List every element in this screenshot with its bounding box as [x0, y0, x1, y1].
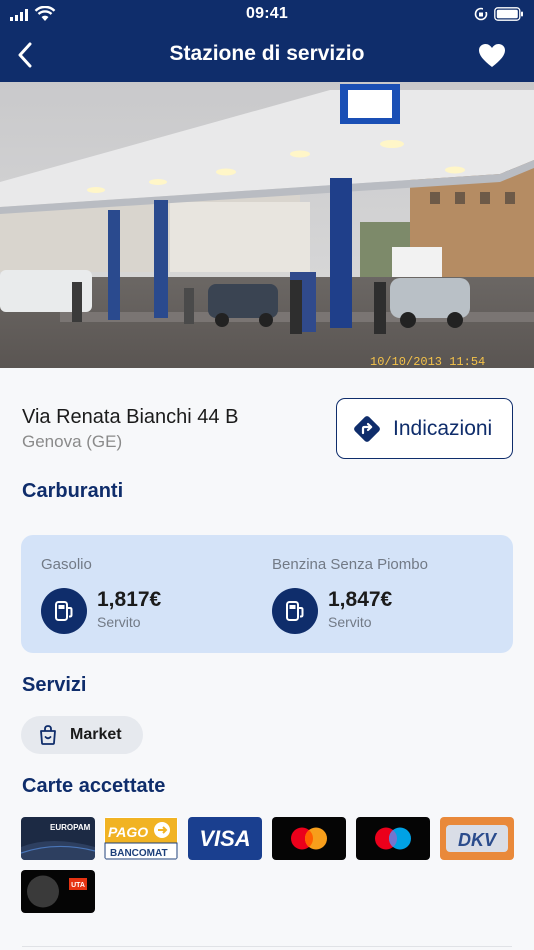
photo-timestamp: 10/10/2013 11:54 [370, 355, 485, 368]
favorite-button[interactable] [476, 40, 508, 70]
card-bancomat-text: BANCOMAT [110, 848, 168, 859]
fuel-item: Gasolio 1,817€ Servito [41, 535, 271, 653]
card-europam-text: EUROPAM [50, 823, 91, 832]
fuel-item: Benzina Senza Piombo 1,847€ Servito [272, 535, 502, 653]
fuel-prices-card: Gasolio 1,817€ Servito Benzina Senza Pio… [21, 535, 513, 653]
fuel-name: Benzina Senza Piombo [272, 556, 428, 573]
fuel-service-mode: Servito [328, 614, 372, 630]
card-uta: UTA [21, 870, 95, 913]
status-bar: 09:41 [0, 0, 534, 28]
fuel-price: 1,817€ [97, 588, 162, 611]
card-pagobancomat: PAGO BANCOMAT [104, 817, 178, 860]
directions-icon [354, 415, 380, 442]
fuel-pump-icon [272, 588, 318, 634]
fuel-pump-icon [41, 588, 87, 634]
heart-icon [479, 43, 505, 67]
directions-label: Indicazioni [393, 416, 493, 440]
fuel-price: 1,847€ [328, 588, 393, 611]
card-dkv: DKV [440, 817, 514, 860]
status-time: 09:41 [246, 5, 288, 22]
battery-icon [494, 7, 523, 21]
services-section-title: Servizi [22, 674, 87, 696]
divider [22, 946, 512, 947]
fuels-section-title: Carburanti [22, 480, 124, 502]
card-visa-text: VISA [199, 826, 250, 851]
top-bar: 09:41 Stazione di servizio [0, 0, 534, 82]
card-visa: VISA [188, 817, 262, 860]
station-city: Genova (GE) [22, 432, 123, 451]
service-label: Market [70, 726, 122, 743]
card-europam: EUROPAM [21, 817, 95, 860]
card-dkv-text: DKV [458, 830, 498, 850]
fuel-service-mode: Servito [97, 614, 141, 630]
card-mastercard [272, 817, 346, 860]
card-pago-text: PAGO [108, 824, 148, 840]
service-chip-market[interactable]: Market [21, 716, 143, 754]
cards-section-title: Carte accettate [22, 775, 166, 797]
station-photo: 10/10/2013 11:54 [0, 82, 534, 368]
page-title: Stazione di servizio [169, 42, 365, 65]
directions-button[interactable]: Indicazioni [336, 398, 513, 459]
navigation-bar: Stazione di servizio [0, 28, 534, 82]
shopping-bag-icon [40, 725, 56, 745]
fuel-name: Gasolio [41, 556, 92, 573]
card-maestro [356, 817, 430, 860]
orientation-lock-icon [474, 7, 488, 21]
card-uta-text: UTA [71, 882, 85, 889]
station-address: Via Renata Bianchi 44 B [22, 406, 239, 428]
